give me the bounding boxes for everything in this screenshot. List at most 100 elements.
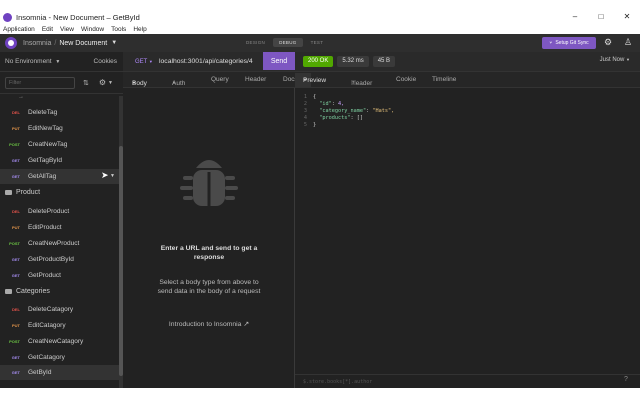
cookies-button[interactable]: Cookies [94, 58, 117, 65]
menu-window[interactable]: Window [81, 26, 104, 33]
request-item[interactable]: PUT EditProduct [0, 220, 119, 235]
request-item[interactable]: POST CreatNewTag [0, 137, 119, 152]
environment-chevron-icon: ▼ [55, 59, 61, 65]
request-item[interactable]: DEL DeleteCatagory [0, 302, 119, 317]
folder-product[interactable]: Product [5, 189, 40, 196]
method-badge: GET [11, 257, 20, 262]
response-size: 45 B [372, 55, 396, 67]
insomnia-app-icon [3, 12, 12, 22]
menu-help[interactable]: Help [133, 26, 146, 33]
request-item[interactable]: DEL DeleteTag [0, 105, 119, 120]
menu-edit[interactable]: Edit [42, 26, 53, 33]
minimize-button[interactable]: – [562, 10, 588, 24]
code-line: 1{ [295, 94, 316, 100]
request-item-active[interactable]: GET GetById [0, 365, 119, 380]
maximize-button[interactable]: □ [588, 10, 614, 24]
chevron-down-icon: ▼ [132, 80, 136, 85]
window-title: Insomnia - New Document – GetById [16, 12, 140, 22]
request-item[interactable]: GET GetCatagory [0, 350, 119, 365]
request-item[interactable]: PUT EditCatagory [0, 318, 119, 333]
tab-query[interactable]: Query [211, 76, 229, 83]
breadcrumb-document[interactable]: New Document [59, 40, 107, 47]
line-number: 3 [303, 108, 307, 114]
breadcrumb-root[interactable]: Insomnia [23, 40, 51, 47]
add-gear-icon[interactable]: ⚙ [99, 78, 106, 87]
code-line: 4 "products": [] [295, 115, 363, 121]
request-item[interactable]: DEL DeleteProduct [0, 204, 119, 219]
method-badge: GET [11, 370, 20, 375]
environment-label: No Environment [5, 58, 52, 65]
request-item[interactable]: GET GetTagById [0, 153, 119, 168]
tab-cookie[interactable]: Cookie [396, 76, 416, 83]
code-line: 3 "category_name": "Hats", [295, 108, 394, 114]
method-badge: PUT [12, 225, 20, 230]
method-select[interactable]: GET ▼ [135, 59, 159, 65]
menu-tools[interactable]: Tools [111, 26, 126, 33]
menu-bar: Application Edit View Window Tools Help [0, 24, 640, 34]
app-header: Insomnia / New Document ▼ DESIGN DEBUG T… [0, 34, 640, 52]
folder-categories[interactable]: Categories [5, 288, 50, 295]
mode-design[interactable]: DESIGN [240, 38, 271, 47]
request-actions-chevron-icon[interactable]: ▼ [110, 173, 115, 179]
response-status-bar: 200 OK 5.32 ms 45 B Just Now ▼ [295, 52, 640, 70]
mode-test[interactable]: TEST [305, 38, 330, 47]
menu-application[interactable]: Application [3, 26, 35, 33]
method-badge: DEL [12, 110, 20, 115]
request-name: GetAllTag [28, 173, 57, 180]
tab-header[interactable]: Header [245, 76, 266, 83]
status-badge: 200 OK [303, 55, 334, 67]
json-value: "Hats", [372, 108, 395, 114]
method-badge: GET [11, 273, 20, 278]
empty-state-title: Enter a URL and send to get a response [160, 245, 258, 261]
response-filter-input[interactable]: $.store.books[*].author [295, 374, 640, 388]
tab-preview[interactable]: Preview ▼ [295, 73, 326, 87]
document-dropdown-icon[interactable]: ▼ [111, 40, 117, 46]
intro-link[interactable]: Introduction to Insomnia ↗ [123, 320, 295, 329]
method-badge: POST [9, 241, 20, 246]
empty-state-text: Select a body type from above to send da… [157, 279, 261, 295]
account-icon[interactable]: ♙ [624, 37, 632, 48]
json-key: "products" [319, 115, 351, 121]
request-item[interactable]: GET GetProductById [0, 252, 119, 267]
line-number: 4 [303, 115, 307, 121]
method-badge: PUT [12, 126, 20, 131]
code-text: } [313, 122, 317, 128]
filter-help-icon[interactable]: ? [624, 376, 628, 383]
environment-select[interactable]: No Environment ▼ [5, 58, 60, 65]
request-item[interactable]: GET GetProduct [0, 268, 119, 283]
close-button[interactable]: ✕ [614, 10, 640, 24]
request-name: DeleteProduct [28, 208, 70, 215]
response-history-dropdown[interactable]: Just Now ▼ [600, 57, 630, 63]
request-item[interactable]: POST CreatNewCatagory [0, 334, 119, 349]
url-input[interactable]: localhost:3001/api/categories/4 [159, 58, 263, 65]
code-line: 2 "id": 4, [295, 101, 344, 107]
request-name: DeleteCatagory [28, 306, 74, 313]
settings-gear-icon[interactable]: ⚙ [604, 37, 612, 48]
json-key: "id" [319, 101, 332, 107]
tab-timeline[interactable]: Timeline [432, 76, 456, 83]
request-item[interactable]: GET GetAllTag ➤ ▼ [0, 169, 119, 184]
request-tabs: Body ▼ Auth ▼ Query Header Docs [123, 72, 295, 88]
git-sync-button[interactable]: ⑂ Setup Git Sync [542, 37, 596, 49]
request-item[interactable]: POST CreatNewProduct [0, 236, 119, 251]
request-name: GetProduct [28, 272, 61, 279]
partial-item-text: → [18, 94, 24, 100]
request-name: GetById [28, 369, 52, 376]
request-name: CreatNewTag [28, 141, 68, 148]
chevron-down-icon: ▼ [172, 80, 176, 85]
mode-debug[interactable]: DEBUG [273, 38, 303, 47]
sidebar: No Environment ▼ Cookies Filter ⇅ ⚙ ▼ → … [0, 52, 123, 388]
tab-docs[interactable]: Docs [283, 76, 295, 83]
sort-icon[interactable]: ⇅ [83, 79, 89, 87]
request-name: EditCatagory [28, 322, 66, 329]
request-item[interactable]: PUT EditNewTag [0, 121, 119, 136]
code-text: { [313, 94, 317, 100]
menu-view[interactable]: View [60, 26, 74, 33]
request-name: CreatNewProduct [28, 240, 80, 247]
sidebar-filter-input[interactable]: Filter [5, 76, 75, 89]
add-chevron-icon[interactable]: ▼ [108, 80, 113, 86]
response-time: 5.32 ms [337, 55, 369, 67]
insomnia-logo-icon[interactable] [5, 37, 17, 49]
response-preview: 1{ 2 "id": 4, 3 "category_name": "Hats",… [295, 88, 640, 374]
send-button[interactable]: Send [263, 52, 295, 70]
